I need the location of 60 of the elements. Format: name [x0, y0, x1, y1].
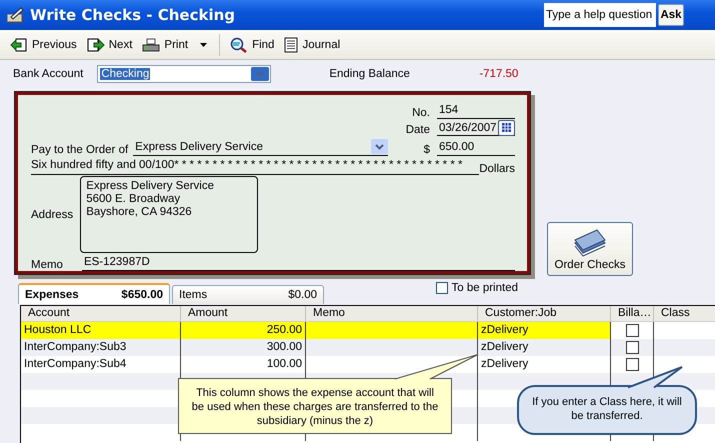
amount-field[interactable]: 650.00: [437, 140, 515, 156]
document-icon: [284, 37, 298, 53]
field-label: Pay to the Order of: [31, 144, 128, 156]
memo-field[interactable]: ES-123987D: [82, 254, 515, 271]
field-label: Date: [404, 124, 430, 136]
address-line: Bayshore, CA 94326: [86, 206, 193, 220]
payee-dropdown[interactable]: Express Delivery Service: [133, 140, 388, 156]
column-header[interactable]: Amount: [181, 306, 306, 322]
checkbook-icon: [6, 6, 24, 24]
field-label: Bank Account: [13, 68, 84, 80]
calendar-icon[interactable]: [502, 123, 511, 132]
field-label: No.: [411, 106, 430, 119]
table-cell: InterCompany:Sub3: [21, 339, 181, 356]
account-dropdown[interactable]: Checking: [97, 65, 272, 83]
tab[interactable]: Expenses $650.00: [18, 283, 170, 304]
find-button[interactable]: Find: [226, 34, 278, 56]
help-search-field[interactable]: Type a help question: [544, 3, 656, 27]
field-label: Memo: [31, 258, 63, 271]
table-cell: zDelivery: [478, 339, 611, 356]
table-cell: 300.00: [181, 339, 306, 356]
column-header[interactable]: Memo: [306, 306, 478, 322]
checks-stack-icon: [573, 229, 607, 257]
to-be-printed-checkbox[interactable]: To be printed: [436, 280, 518, 296]
table-cell: Houston LLC: [21, 322, 181, 339]
checkbox[interactable]: [626, 358, 638, 371]
chevron-down-icon: [375, 144, 384, 150]
previous-button[interactable]: Previous: [6, 34, 81, 56]
checkbox[interactable]: [626, 341, 638, 354]
date-field[interactable]: 03/26/2007: [437, 120, 515, 136]
magnifier-icon: [230, 37, 248, 53]
print-button[interactable]: Print: [138, 34, 192, 56]
next-icon: [86, 38, 105, 52]
field-label: Address: [31, 208, 74, 221]
column-header[interactable]: Customer:Job: [478, 306, 611, 322]
field-label: Ending Balance: [329, 68, 411, 80]
tab[interactable]: Items $0.00: [172, 285, 324, 304]
caret-icon: [200, 43, 208, 47]
ask-button[interactable]: Ask: [658, 4, 684, 26]
chevron-down-icon: [256, 71, 265, 77]
previous-icon: [10, 38, 28, 52]
column-header[interactable]: Billa…: [611, 306, 654, 322]
checkbox[interactable]: [626, 324, 638, 337]
field-label: Dollars: [479, 163, 515, 176]
journal-button[interactable]: Journal: [280, 34, 344, 56]
window-title: Write Checks - Checking: [30, 6, 235, 24]
currency-label: $: [422, 144, 430, 156]
amount-in-words: Six hundred fifty and 00/100* * * * * * * * * * * * * * * * * * * * * * * * * * * * * * * * * * * * * *: [31, 159, 480, 176]
address-line: Express Delivery Service: [86, 180, 216, 194]
check-number-field[interactable]: 154: [437, 102, 515, 119]
table-cell: 250.00: [181, 322, 306, 339]
order-checks-button[interactable]: Order Checks: [547, 222, 633, 276]
balance-value: -717.50: [479, 68, 518, 80]
table-cell: zDelivery: [478, 322, 611, 339]
printer-icon: [142, 38, 160, 52]
address-box[interactable]: Express Delivery Service 5600 E. Broadway Bayshore, CA 94326: [80, 176, 258, 254]
callout-pointer: [626, 366, 684, 389]
column-header[interactable]: Class: [654, 306, 715, 322]
address-line: 5600 E. Broadway: [86, 193, 182, 206]
next-button[interactable]: Next: [82, 34, 136, 56]
column-header[interactable]: Account: [21, 306, 181, 322]
